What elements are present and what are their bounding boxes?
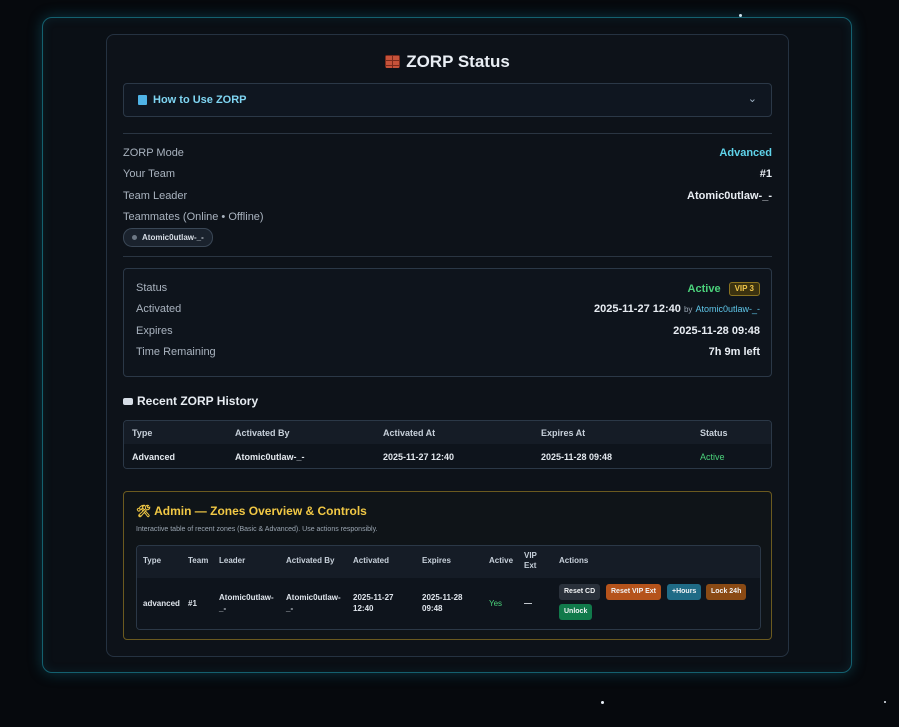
zorp-status-panel: ZORP Status How to Use ZORP ⌄ ZORP Mode … xyxy=(106,34,789,657)
info-key: Your Team xyxy=(123,168,175,180)
table-header: Type Activated By Activated At Expires A… xyxy=(124,421,771,444)
info-key: ZORP Mode xyxy=(123,147,184,159)
lock-24h-button[interactable]: Lock 24h xyxy=(706,584,747,600)
team-leader-value: Atomic0utlaw-_- xyxy=(687,190,772,202)
zorp-mode-value: Advanced xyxy=(719,147,772,159)
admin-zones-table: Type Team Leader Activated By Activated … xyxy=(136,545,761,630)
status-row: Status Active VIP 3 xyxy=(136,282,760,298)
table-cell: 2025-11-28 09:48 xyxy=(541,452,613,462)
by-text: by xyxy=(683,305,693,314)
table-row: advanced #1 Atomic0utlaw-_- Atomic0utlaw… xyxy=(137,578,760,629)
status-card: Status Active VIP 3 Activated 2025-11-27 … xyxy=(123,268,772,377)
table-cell: Advanced xyxy=(132,452,176,462)
camera-icon xyxy=(123,398,133,405)
type-cell: advanced xyxy=(143,599,180,608)
divider xyxy=(123,256,772,257)
info-row-team: Your Team #1 xyxy=(123,168,772,184)
leader-cell: Atomic0utlaw-_- xyxy=(219,593,274,613)
vip-ext-cell: — xyxy=(524,599,532,608)
team-cell: #1 xyxy=(188,599,197,608)
brick-icon xyxy=(385,55,401,68)
teammate-chip: Atomic0utlaw-_- xyxy=(123,228,213,247)
column-header: Actions xyxy=(559,556,589,565)
activated-by-cell: Atomic0utlaw-_- xyxy=(286,593,341,613)
active-cell: Yes xyxy=(489,599,503,608)
column-header: Activated By xyxy=(286,556,335,565)
expires-label: Expires xyxy=(136,325,173,337)
column-header: Type xyxy=(143,556,162,565)
reset-vip-ext-button[interactable]: Reset VIP Ext xyxy=(606,584,662,600)
column-header: Activated At xyxy=(383,428,436,438)
star-dot xyxy=(884,701,886,703)
status-cell: Active xyxy=(700,452,725,462)
remaining-row: Time Remaining 7h 9m left xyxy=(136,346,760,362)
activated-label: Activated xyxy=(136,303,182,315)
history-table: Type Activated By Activated At Expires A… xyxy=(123,420,772,469)
activated-cell: 2025-11-27 12:40 xyxy=(353,593,394,613)
page-title: ZORP Status xyxy=(107,52,788,72)
activated-value: 2025-11-27 12:40 xyxy=(594,303,681,315)
offline-dot-icon xyxy=(132,235,137,240)
book-icon xyxy=(138,95,147,105)
how-to-use-label: How to Use ZORP xyxy=(153,94,247,106)
table-row: Advanced Atomic0utlaw-_- 2025-11-27 12:4… xyxy=(124,444,771,468)
expires-value: 2025-11-28 09:48 xyxy=(673,325,760,337)
column-header: Activated xyxy=(353,556,390,565)
admin-section: 🛠 Admin — Zones Overview & Controls Inte… xyxy=(123,491,772,640)
table-cell: Atomic0utlaw-_- xyxy=(235,452,305,462)
teammate-name: Atomic0utlaw-_- xyxy=(142,233,204,242)
admin-title: 🛠 Admin — Zones Overview & Controls xyxy=(136,504,367,518)
how-to-use-accordion[interactable]: How to Use ZORP ⌄ xyxy=(123,83,772,117)
column-header: Type xyxy=(132,428,153,438)
column-header: Team xyxy=(188,556,209,565)
remaining-value: 7h 9m left xyxy=(708,346,760,358)
expires-row: Expires 2025-11-28 09:48 xyxy=(136,325,760,341)
expires-cell: 2025-11-28 09:48 xyxy=(422,593,463,613)
remaining-label: Time Remaining xyxy=(136,346,216,358)
column-header: VIP Ext xyxy=(524,551,537,570)
unlock-button[interactable]: Unlock xyxy=(559,604,593,620)
info-key: Team Leader xyxy=(123,190,188,202)
activated-row: Activated 2025-11-27 12:40 by Atomic0utl… xyxy=(136,303,760,319)
vip-badge: VIP 3 xyxy=(728,282,760,296)
table-cell: 2025-11-27 12:40 xyxy=(383,452,455,462)
status-label: Status xyxy=(136,282,168,294)
chevron-down-icon: ⌄ xyxy=(747,93,757,105)
status-value: Active xyxy=(687,283,721,295)
column-header: Active xyxy=(489,556,514,565)
column-header: Expires At xyxy=(541,428,586,438)
column-header: Status xyxy=(700,428,728,438)
info-key: Teammates (Online • Offline) xyxy=(123,211,264,223)
info-row-leader: Team Leader Atomic0utlaw-_- xyxy=(123,190,772,206)
add-hours-button[interactable]: +Hours xyxy=(667,584,702,600)
divider xyxy=(123,133,772,134)
star-dot xyxy=(601,701,604,704)
activated-by-link[interactable]: Atomic0utlaw-_- xyxy=(695,304,760,314)
admin-subtitle: Interactive table of recent zones (Basic… xyxy=(136,526,378,533)
reset-cd-button[interactable]: Reset CD xyxy=(559,584,601,600)
column-header: Leader xyxy=(219,556,246,565)
info-row-teammates: Teammates (Online • Offline) xyxy=(123,211,772,227)
team-value: #1 xyxy=(759,168,772,180)
table-header: Type Team Leader Activated By Activated … xyxy=(137,546,760,578)
column-header: Activated By xyxy=(235,428,290,438)
history-heading: Recent ZORP History xyxy=(123,394,258,408)
column-header: Expires xyxy=(422,556,451,565)
info-row-mode: ZORP Mode Advanced xyxy=(123,147,772,163)
